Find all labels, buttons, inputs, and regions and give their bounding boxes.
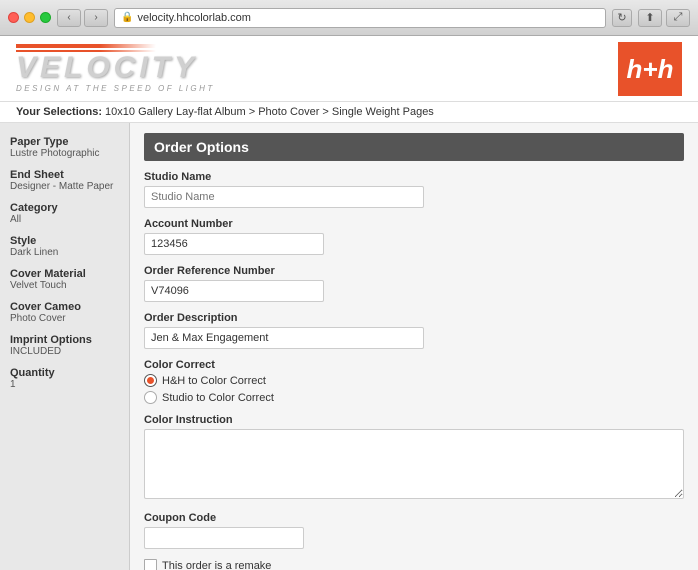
nav-buttons: ‹ › [57,9,108,27]
account-number-group: Account Number [144,218,684,255]
color-correct-label: Color Correct [144,359,684,371]
color-correct-group: Color Correct H&H to Color Correct Studi… [144,359,684,404]
browser-chrome: ‹ › 🔒 velocity.hhcolorlab.com ↻ ⬆ ⤢ [0,0,698,36]
sidebar-style-label: Style [10,235,119,247]
content-area: Order Options Studio Name Account Number… [130,123,698,570]
minimize-window-button[interactable] [24,12,35,23]
account-number-input[interactable] [144,233,324,255]
sidebar-style-value: Dark Linen [10,247,119,258]
remake-checkbox[interactable]: This order is a remake [144,559,684,570]
order-description-input[interactable] [144,327,424,349]
sidebar-quantity-value: 1 [10,379,119,390]
section-title: Order Options [144,133,684,161]
close-window-button[interactable] [8,12,19,23]
sidebar-cover-material-label: Cover Material [10,268,119,280]
order-reference-group: Order Reference Number [144,265,684,302]
remake-checkbox-group: This order is a remake [144,559,684,570]
share-button[interactable]: ⬆ [638,9,662,27]
browser-actions: ⬆ ⤢ [638,9,690,27]
back-nav-button[interactable]: ‹ [57,9,81,27]
sidebar-cover-cameo-label: Cover Cameo [10,301,119,313]
radio-hh[interactable]: H&H to Color Correct [144,374,684,387]
remake-checkbox-label: This order is a remake [162,560,271,570]
hh-logo-container: h+h colorlab [618,42,682,96]
maximize-window-button[interactable] [40,12,51,23]
account-number-label: Account Number [144,218,684,230]
order-description-group: Order Description [144,312,684,349]
sidebar-category-label: Category [10,202,119,214]
sidebar-end-sheet-label: End Sheet [10,169,119,181]
sidebar-paper-type-label: Paper Type [10,136,119,148]
site-header: VELOCITY DESIGN AT THE SPEED OF LIGHT h+… [0,36,698,102]
studio-name-label: Studio Name [144,171,684,183]
traffic-lights [8,12,51,23]
order-reference-input[interactable] [144,280,324,302]
velocity-logo-subtitle: DESIGN AT THE SPEED OF LIGHT [16,84,215,93]
velocity-logo: VELOCITY DESIGN AT THE SPEED OF LIGHT [16,44,215,93]
color-instruction-textarea[interactable] [144,429,684,499]
color-correct-radio-group: H&H to Color Correct Studio to Color Cor… [144,374,684,404]
url-text: velocity.hhcolorlab.com [137,12,251,24]
breadcrumb-label: Your Selections: [16,106,102,118]
color-instruction-label: Color Instruction [144,414,684,426]
address-bar[interactable]: 🔒 velocity.hhcolorlab.com [114,8,606,28]
logo-stripe-1 [16,44,156,48]
page-content: VELOCITY DESIGN AT THE SPEED OF LIGHT h+… [0,36,698,570]
sidebar-cover-material-value: Velvet Touch [10,280,119,291]
hh-logo: h+h [618,42,682,96]
sidebar-item-style[interactable]: Style Dark Linen [0,230,129,263]
radio-studio-label: Studio to Color Correct [162,392,274,404]
sidebar-item-cover-cameo[interactable]: Cover Cameo Photo Cover [0,296,129,329]
studio-name-input[interactable] [144,186,424,208]
lock-icon: 🔒 [121,12,133,23]
radio-hh-label: H&H to Color Correct [162,375,266,387]
order-reference-label: Order Reference Number [144,265,684,277]
sidebar: Paper Type Lustre Photographic End Sheet… [0,123,130,570]
color-instruction-group: Color Instruction [144,414,684,502]
breadcrumb-path-text: 10x10 Gallery Lay-flat Album > Photo Cov… [105,106,434,118]
sidebar-imprint-label: Imprint Options [10,334,119,346]
sidebar-item-cover-material[interactable]: Cover Material Velvet Touch [0,263,129,296]
remake-checkbox-box [144,559,157,570]
sidebar-item-quantity[interactable]: Quantity 1 [0,362,129,395]
sidebar-item-end-sheet[interactable]: End Sheet Designer - Matte Paper [0,164,129,197]
coupon-code-label: Coupon Code [144,512,684,524]
sidebar-item-imprint-options[interactable]: Imprint Options INCLUDED [0,329,129,362]
coupon-code-input[interactable] [144,527,304,549]
main-layout: Paper Type Lustre Photographic End Sheet… [0,123,698,570]
sidebar-cover-cameo-value: Photo Cover [10,313,119,324]
sidebar-category-value: All [10,214,119,225]
studio-name-group: Studio Name [144,171,684,208]
radio-hh-inner [147,377,154,384]
radio-studio[interactable]: Studio to Color Correct [144,391,684,404]
order-description-label: Order Description [144,312,684,324]
reload-button[interactable]: ↻ [612,9,632,27]
sidebar-end-sheet-value: Designer - Matte Paper [10,181,119,192]
sidebar-item-paper-type[interactable]: Paper Type Lustre Photographic [0,131,129,164]
sidebar-quantity-label: Quantity [10,367,119,379]
fullscreen-button[interactable]: ⤢ [666,9,690,27]
sidebar-item-category[interactable]: Category All [0,197,129,230]
sidebar-paper-type-value: Lustre Photographic [10,148,119,159]
sidebar-imprint-value: INCLUDED [10,346,119,357]
hh-logo-text: h+h [627,56,674,82]
forward-nav-button[interactable]: › [84,9,108,27]
velocity-logo-text: VELOCITY [16,53,198,83]
breadcrumb: Your Selections: 10x10 Gallery Lay-flat … [0,102,698,123]
radio-hh-circle [144,374,157,387]
coupon-code-group: Coupon Code [144,512,684,549]
radio-studio-circle [144,391,157,404]
